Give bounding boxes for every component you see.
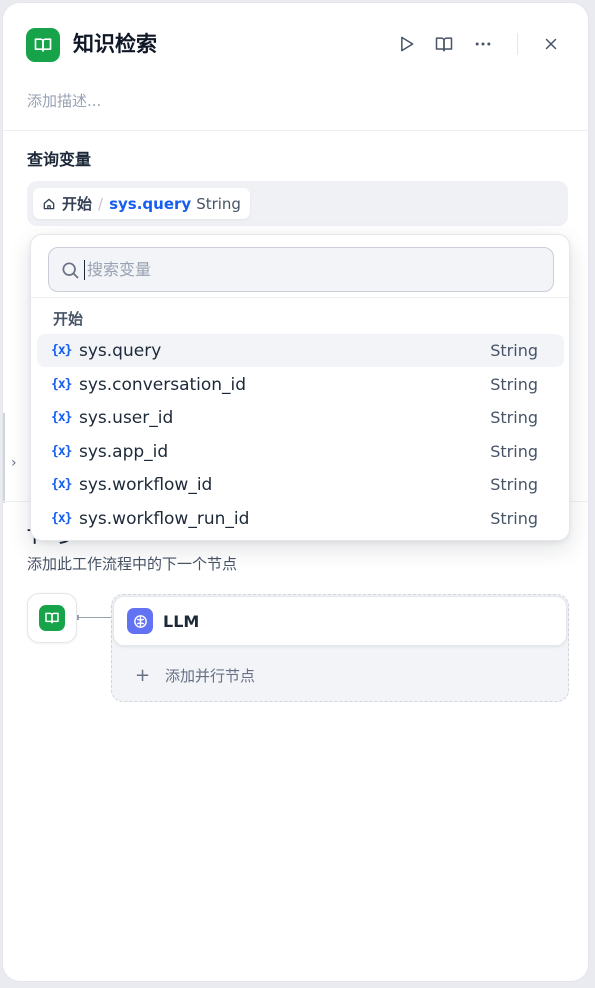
plus-icon: + (135, 664, 151, 686)
node-config-panel: 知识检索 添加描述... 查询变量 开始 / sys.query String … (2, 2, 589, 982)
query-variable-selector[interactable]: 开始 / sys.query String (27, 181, 568, 226)
variable-option[interactable]: {x} sys.app_id String (37, 435, 564, 468)
variable-option[interactable]: {x} sys.workflow_run_id String (37, 502, 564, 535)
add-parallel-node-button[interactable]: + 添加并行节点 (115, 650, 565, 700)
variable-option[interactable]: {x} sys.workflow_id String (37, 468, 564, 501)
variable-group-title: 开始 (53, 310, 84, 328)
panel-header: 知识检索 (3, 3, 588, 83)
more-button[interactable] (470, 31, 496, 57)
variable-dropdown: 开始 {x} sys.query String {x} sys.conversa… (30, 234, 570, 541)
variable-option-name: sys.workflow_id (79, 474, 213, 495)
current-node-icon (27, 593, 77, 643)
variable-icon: {x} (51, 444, 72, 459)
variable-option-type: String (490, 375, 538, 394)
variable-option-type: String (490, 408, 538, 427)
description-input[interactable]: 添加描述... (27, 89, 101, 113)
llm-brain-icon (127, 608, 153, 634)
divider (31, 297, 569, 298)
variable-option[interactable]: {x} sys.user_id String (37, 401, 564, 434)
header-separator (517, 33, 518, 55)
close-icon (545, 38, 557, 50)
next-node-llm[interactable]: LLM (113, 596, 567, 646)
more-horizontal-icon (475, 42, 491, 46)
variable-search-input[interactable] (84, 259, 524, 280)
play-icon (401, 36, 414, 52)
variable-option-name: sys.workflow_run_id (79, 508, 250, 529)
variable-option-name: sys.query (79, 340, 162, 361)
chip-variable-type: String (196, 194, 241, 213)
variable-option[interactable]: {x} sys.conversation_id String (37, 368, 564, 401)
variable-option-name: sys.conversation_id (79, 374, 247, 395)
book-icon (435, 37, 453, 52)
close-button[interactable] (538, 31, 564, 57)
variable-icon: {x} (51, 477, 72, 492)
variable-option-type: String (490, 341, 538, 360)
variable-option-type: String (490, 442, 538, 461)
search-icon (60, 260, 80, 280)
chevron-right-icon: › (11, 455, 17, 471)
book-open-icon (39, 605, 65, 631)
variable-option[interactable]: {x} sys.query String (37, 334, 564, 367)
variable-icon: {x} (51, 343, 72, 358)
run-button[interactable] (393, 31, 419, 57)
book-open-icon (26, 28, 60, 62)
chip-separator: / (98, 194, 104, 213)
selected-variable-chip[interactable]: 开始 / sys.query String (33, 188, 250, 219)
variable-option-name: sys.user_id (79, 407, 174, 428)
background-edge (3, 413, 5, 503)
variable-icon: {x} (51, 377, 72, 392)
variable-option-name: sys.app_id (79, 441, 169, 462)
home-icon (42, 197, 56, 211)
divider (3, 130, 588, 131)
panel-title: 知识检索 (73, 32, 157, 56)
query-variable-title: 查询变量 (27, 150, 92, 169)
chip-variable-name: sys.query (109, 194, 192, 213)
docs-button[interactable] (431, 31, 457, 57)
variable-icon: {x} (51, 410, 72, 425)
node-connector (77, 615, 113, 620)
variable-icon: {x} (51, 511, 72, 526)
variable-search-box[interactable] (48, 247, 554, 292)
chip-node-name: 开始 (62, 195, 93, 213)
add-parallel-label: 添加并行节点 (165, 666, 256, 685)
next-step-description: 添加此工作流程中的下一个节点 (27, 555, 238, 573)
variable-option-type: String (490, 475, 538, 494)
variable-option-type: String (490, 509, 538, 528)
next-node-label: LLM (163, 611, 200, 631)
